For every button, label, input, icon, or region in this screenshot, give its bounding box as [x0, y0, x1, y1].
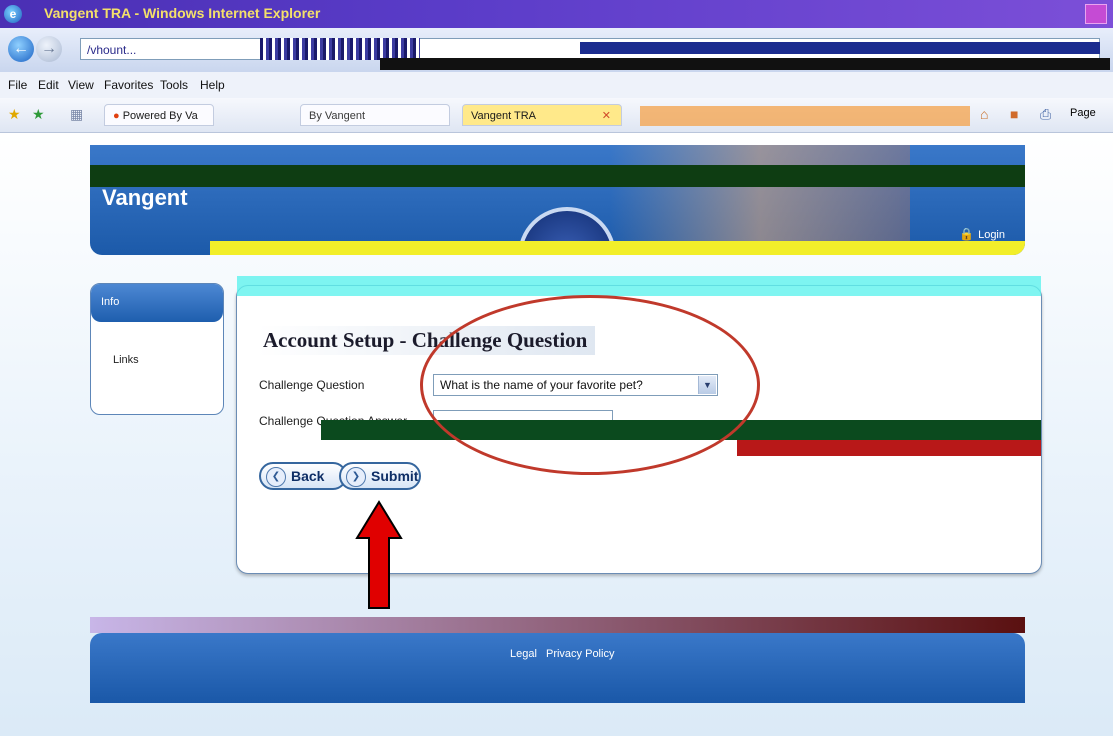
ie-logo-icon: e [4, 5, 22, 23]
powered-by-label: Powered By Va [122, 110, 198, 122]
back-arrow-icon: ❮ [266, 467, 286, 487]
page-menu[interactable]: Page [1070, 107, 1096, 119]
tab-vangent-tra[interactable]: Vangent TRA ✕ [462, 104, 622, 126]
window-control-button[interactable] [1085, 4, 1107, 24]
submit-arrow-icon: ❯ [346, 467, 366, 487]
feeds-icon[interactable]: ■ [1010, 106, 1018, 122]
info-sidebar: Info Links [90, 283, 224, 415]
print-icon[interactable]: ⎙ [1040, 106, 1051, 123]
favorites-bar: ★ ★ ▦ ● Powered By Va By Vangent Vangent… [0, 98, 1113, 133]
add-favorite-icon[interactable]: ★ [32, 106, 45, 123]
footer-privacy-link[interactable]: Privacy Policy [546, 648, 614, 660]
back-button[interactable]: ❮ Back [259, 462, 347, 490]
submit-button-label: Submit [371, 468, 419, 484]
glitch-artifact [640, 106, 970, 126]
browser-forward-button[interactable]: → [36, 36, 62, 62]
header-photo [610, 145, 910, 255]
back-button-label: Back [291, 468, 325, 484]
footer-links: Legal Privacy Policy [510, 648, 620, 660]
lock-icon: 🔒 [959, 227, 975, 241]
site-footer: Legal Privacy Policy [90, 617, 1025, 703]
favorites-star-icon[interactable]: ★ [8, 106, 21, 123]
address-bar: ← → /vhount... [0, 28, 1113, 72]
glitch-artifact [90, 617, 1025, 633]
login-label: Login [978, 229, 1005, 241]
menu-edit[interactable]: Edit [38, 78, 59, 92]
browser-back-button[interactable]: ← [8, 36, 34, 62]
glitch-artifact [737, 440, 1041, 456]
submit-button[interactable]: ❯ Submit [339, 462, 421, 490]
glitch-artifact [90, 165, 1025, 187]
menu-help[interactable]: Help [200, 78, 225, 92]
footer-legal-link[interactable]: Legal [510, 648, 537, 660]
red-arrow-annotation [355, 500, 403, 609]
sidebar-link-links[interactable]: Links [113, 354, 139, 366]
site-logo: Vangent [102, 185, 188, 210]
highlight-ellipse [420, 295, 760, 475]
tab-by-vangent[interactable]: By Vangent [300, 104, 450, 126]
powered-by-icon: ● [113, 110, 123, 122]
glitch-artifact [237, 276, 1041, 296]
tab-by-vangent-label: By Vangent [309, 110, 366, 122]
menu-bar: File Edit View Favorites Tools Help [0, 72, 1113, 99]
quick-tabs-icon[interactable]: ▦ [70, 106, 83, 123]
glitch-artifact [380, 58, 1110, 70]
sidebar-title: Info [91, 284, 223, 322]
menu-view[interactable]: View [68, 78, 94, 92]
tab-vangent-tra-label: Vangent TRA [471, 110, 537, 122]
site-header: Vangent TRA 🔒Login [90, 145, 1025, 255]
powered-by-link[interactable]: ● Powered By Va [104, 104, 214, 126]
window-titlebar: e Vangent TRA - Windows Internet Explore… [0, 0, 1113, 28]
menu-file[interactable]: File [8, 78, 27, 92]
glitch-artifact [210, 241, 1025, 255]
window-title: Vangent TRA - Windows Internet Explorer [44, 5, 321, 21]
login-link[interactable]: 🔒 Login [959, 227, 1005, 241]
close-tab-icon[interactable]: ✕ [602, 105, 611, 127]
glitch-artifact [580, 42, 1100, 54]
challenge-question-label: Challenge Question [259, 378, 365, 392]
menu-tools[interactable]: Tools [160, 78, 188, 92]
home-icon[interactable]: ⌂ [980, 106, 988, 122]
menu-favorites[interactable]: Favorites [104, 78, 153, 92]
glitch-artifact [260, 38, 420, 60]
